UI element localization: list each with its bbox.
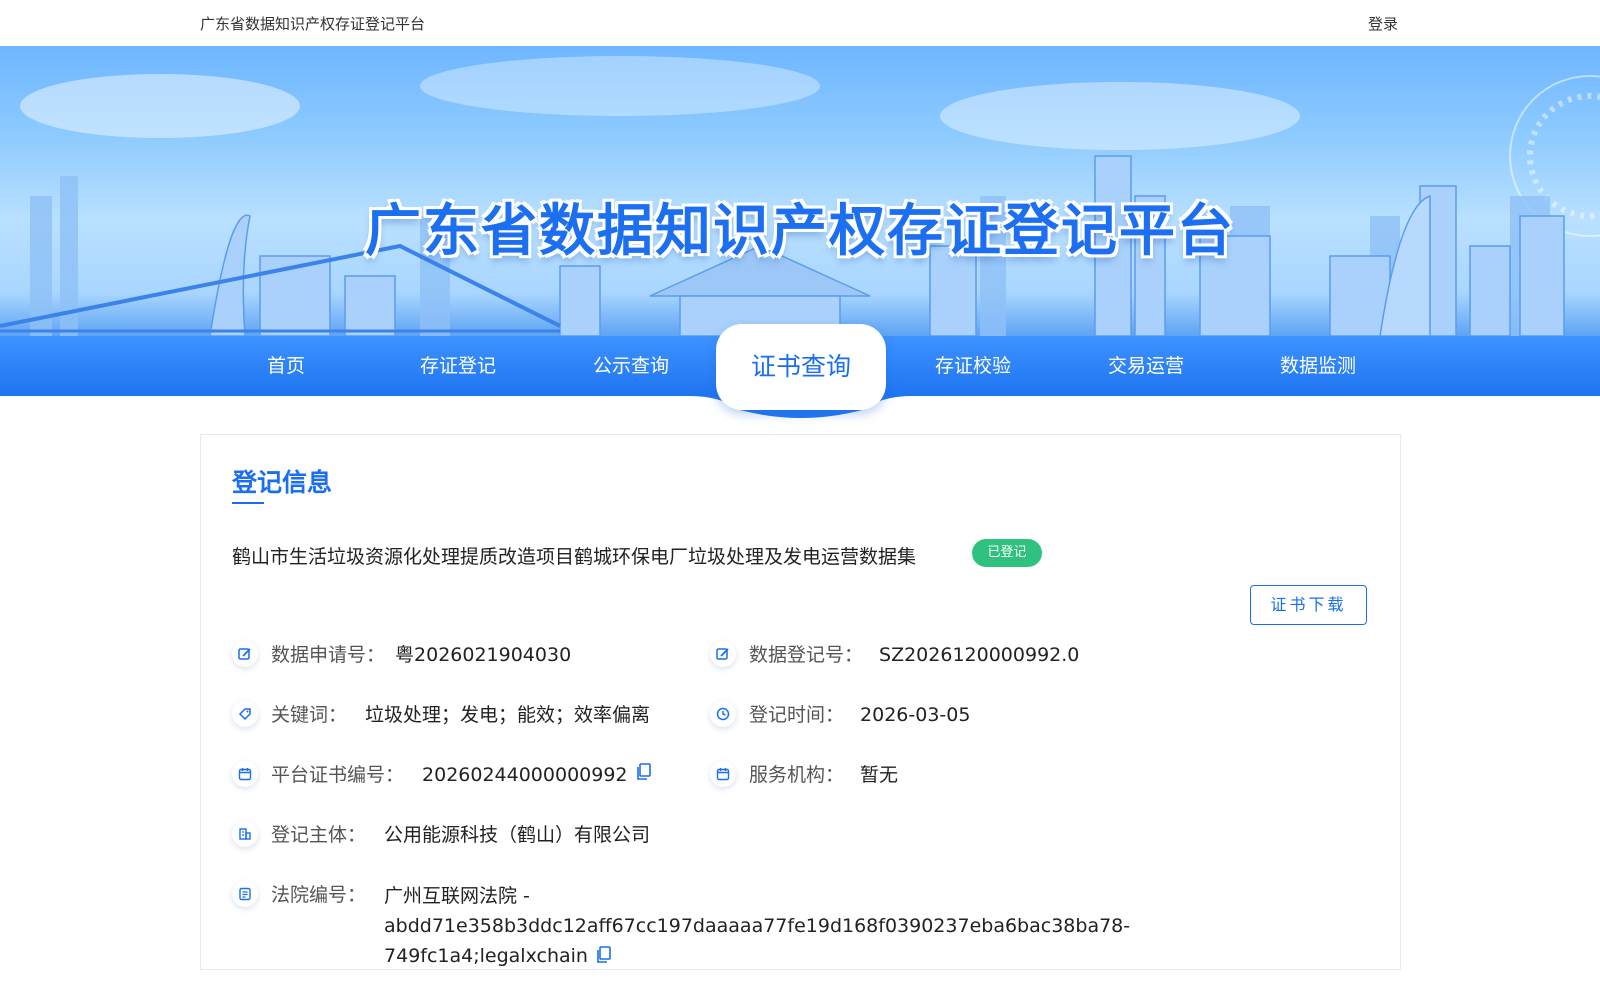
field-value: 广州互联网法院 - abdd71e358b3ddc12aff67cc197daa… bbox=[384, 885, 1131, 967]
edit-icon bbox=[710, 641, 736, 667]
tag-icon bbox=[232, 701, 258, 727]
document-icon bbox=[232, 881, 258, 907]
field-label: 服务机构： bbox=[749, 764, 845, 786]
field-registration-time: 登记时间： 2026-03-05 bbox=[710, 701, 970, 731]
nav-item-monitoring[interactable]: 数据监测 bbox=[1248, 336, 1388, 396]
registration-info-card: 登记信息 鹤山市生活垃圾资源化处理提质改造项目鹤城环保电厂垃圾处理及发电运营数据… bbox=[200, 434, 1401, 970]
certificate-download-button[interactable]: 证书下载 bbox=[1250, 585, 1367, 625]
calendar-icon bbox=[232, 761, 258, 787]
field-label: 关键词： bbox=[271, 704, 348, 726]
field-registration-no: 数据登记号： SZ2026120000992.0 bbox=[710, 641, 1079, 671]
field-value: 公用能源科技（鹤山）有限公司 bbox=[384, 824, 651, 846]
nav-item-registration[interactable]: 存证登记 bbox=[388, 336, 528, 396]
field-certificate-no: 平台证书编号： 20260244000000992 bbox=[232, 761, 652, 791]
field-keywords: 关键词： 垃圾处理；发电；能效；效率偏离 bbox=[232, 701, 650, 731]
copy-icon[interactable] bbox=[596, 943, 612, 973]
nav-item-certificate-query[interactable]: 证书查询 bbox=[716, 324, 886, 410]
site-name[interactable]: 广东省数据知识产权存证登记平台 bbox=[200, 13, 425, 34]
field-registrant: 登记主体： 公用能源科技（鹤山）有限公司 bbox=[232, 821, 650, 851]
top-bar: 广东省数据知识产权存证登记平台 登录 bbox=[0, 0, 1600, 46]
record-title: 鹤山市生活垃圾资源化处理提质改造项目鹤城环保电厂垃圾处理及发电运营数据集 bbox=[232, 546, 917, 568]
banner-title: 广东省数据知识产权存证登记平台 bbox=[365, 199, 1235, 264]
nav-item-trading[interactable]: 交易运营 bbox=[1076, 336, 1216, 396]
field-value-wrapper: 广州互联网法院 - abdd71e358b3ddc12aff67cc197daa… bbox=[384, 881, 1204, 973]
field-application-no: 数据申请号： 粤2026021904030 bbox=[232, 641, 571, 671]
field-label: 平台证书编号： bbox=[271, 764, 405, 786]
edit-icon bbox=[232, 641, 258, 667]
section-title-underline bbox=[232, 502, 264, 504]
field-label: 数据登记号： bbox=[749, 644, 864, 666]
banner: 广东省数据知识产权存证登记平台 bbox=[0, 46, 1600, 336]
field-court-no: 法院编号： 广州互联网法院 - abdd71e358b3ddc12aff67cc… bbox=[232, 881, 1204, 967]
clock-icon bbox=[710, 701, 736, 727]
building-icon bbox=[232, 821, 258, 847]
nav-item-verification[interactable]: 存证校验 bbox=[903, 336, 1043, 396]
field-value: 垃圾处理；发电；能效；效率偏离 bbox=[365, 704, 651, 726]
calendar-icon bbox=[710, 761, 736, 787]
field-label: 登记主体： bbox=[271, 824, 367, 846]
copy-icon[interactable] bbox=[636, 763, 652, 785]
field-value: SZ2026120000992.0 bbox=[879, 644, 1080, 666]
main-nav: 首页 存证登记 公示查询 证书查询 存证校验 交易运营 数据监测 bbox=[0, 324, 1600, 418]
field-value: 粤2026021904030 bbox=[395, 644, 572, 666]
field-value: 2026-03-05 bbox=[860, 704, 971, 726]
field-value: 暂无 bbox=[860, 764, 899, 786]
section-title: 登记信息 bbox=[232, 468, 333, 497]
login-link[interactable]: 登录 bbox=[1368, 13, 1398, 34]
field-label: 数据申请号： bbox=[271, 644, 386, 666]
field-value: 20260244000000992 bbox=[422, 764, 628, 786]
nav-item-home[interactable]: 首页 bbox=[216, 336, 356, 396]
field-service-agency: 服务机构： 暂无 bbox=[710, 761, 898, 791]
field-label: 登记时间： bbox=[749, 704, 845, 726]
status-badge: 已登记 bbox=[972, 539, 1042, 567]
field-label: 法院编号： bbox=[271, 884, 367, 906]
nav-item-public-query[interactable]: 公示查询 bbox=[561, 336, 701, 396]
